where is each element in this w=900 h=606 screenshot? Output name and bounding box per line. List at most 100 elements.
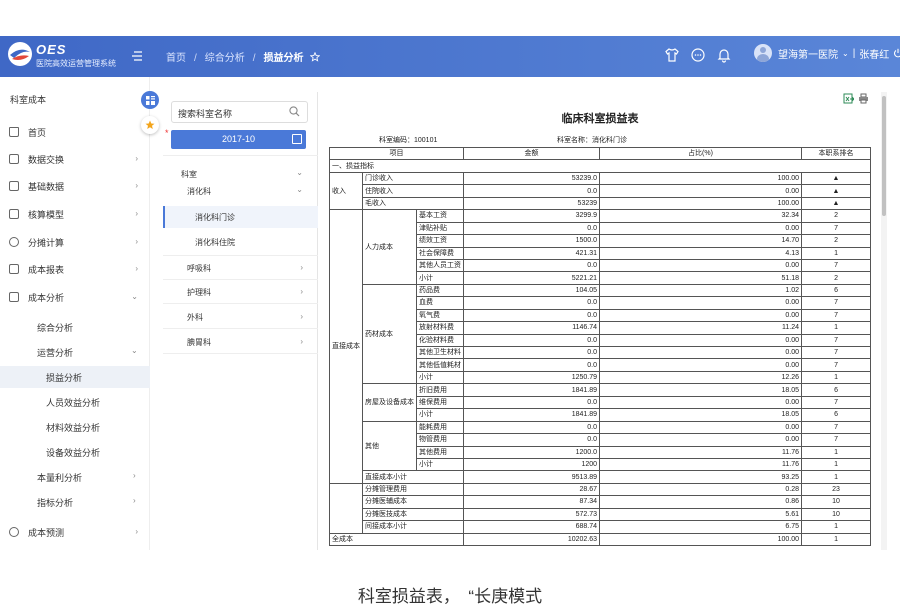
shirt-icon[interactable] (664, 47, 680, 63)
chevron-down-icon[interactable]: ⌄ (296, 185, 303, 194)
chevron-down-icon[interactable]: ⌄ (296, 168, 303, 177)
export-excel-icon[interactable] (843, 93, 854, 104)
row-amount: 0.0 (463, 420, 601, 435)
user-name[interactable]: 张春红 (859, 46, 889, 61)
row-item: 药品费 (415, 283, 465, 298)
row-item: 基本工资 (415, 209, 465, 223)
sidebar-item-base-data[interactable]: 基础数据 › (0, 175, 150, 197)
sidebar-sub-equipment-benefit[interactable]: 设备效益分析 (46, 446, 100, 459)
chevron-right-icon: › (135, 154, 138, 163)
department-search-input[interactable]: 搜索科室名称 (171, 101, 308, 123)
row-amount: 0.0 (463, 358, 601, 372)
tree-node-gastro[interactable]: 腆胃科 (187, 337, 211, 348)
row-amount: 3299.9 (463, 209, 601, 223)
sidebar-item-data-exchange[interactable]: 数据交换 › (0, 148, 150, 170)
tree-node-nursing[interactable]: 护理科 (187, 287, 211, 298)
user-menu[interactable]: 望海第一医院 ⌄ | 张春红 (754, 44, 900, 62)
row-pct: 0.00 (599, 184, 803, 198)
row-rank: 10 (801, 495, 872, 509)
row-item: 其他低值耗材 (415, 358, 465, 372)
sidebar-sub-material-benefit[interactable]: 材料效益分析 (46, 421, 100, 434)
report-panel: 临床科室损益表 科室编码：100101 科室名称：消化科门诊 项目 金额 占比(… (319, 92, 881, 550)
sidebar-sub-indicator[interactable]: 指标分析 (37, 496, 73, 509)
sidebar-sub-staff-benefit[interactable]: 人员效益分析 (46, 396, 100, 409)
row-amount: 0.0 (463, 296, 601, 310)
row-amount: 104.05 (463, 283, 601, 298)
favorite-star-icon[interactable] (309, 52, 320, 62)
chat-icon[interactable] (690, 47, 706, 63)
period-picker[interactable]: 2017-10 (171, 130, 306, 149)
power-icon[interactable] (893, 48, 900, 58)
row-amount: 0.0 (463, 308, 601, 323)
row-rank: 7 (801, 308, 872, 323)
cost-subgroup-label: 药材成本 (362, 283, 417, 385)
chevron-right-icon[interactable]: › (300, 263, 303, 272)
table-row: 其他 能耗费用 0.0 0.00 7 (330, 420, 872, 472)
chevron-right-icon[interactable]: › (300, 337, 303, 346)
row-amount: 5221.21 (463, 271, 601, 285)
required-mark: * (165, 128, 169, 138)
print-icon[interactable] (858, 93, 869, 104)
sidebar-item-cost-analysis[interactable]: 成本分析 ⌄ (0, 286, 150, 308)
sidebar-sub-profit-loss[interactable]: 损益分析 (46, 371, 82, 384)
report-icon (9, 264, 19, 274)
row-rank: 1 (801, 370, 872, 385)
full-cost-pct: 100.00 (599, 532, 803, 547)
header-item: 项目 (328, 146, 465, 161)
row-rank: 10 (801, 507, 872, 522)
sidebar-item-label: 成本报表 (28, 264, 65, 275)
sidebar-item-allocation[interactable]: 分摊计算 › (0, 231, 150, 253)
tree-divider (163, 279, 318, 280)
sidebar-sub-cvp[interactable]: 本量利分析 (37, 471, 82, 484)
scrollbar-thumb[interactable] (882, 96, 886, 216)
row-amount: 53239.0 (463, 171, 601, 186)
period-value: 2017-10 (221, 134, 256, 144)
row-pct: 0.00 (599, 420, 803, 435)
breadcrumb-overview[interactable]: 综合分析 (205, 53, 245, 64)
sidebar-sub-operation[interactable]: 运营分析 (37, 346, 73, 359)
user-divider: | (852, 47, 856, 59)
direct-total-pct: 93.25 (599, 470, 803, 484)
chevron-right-icon[interactable]: › (300, 287, 303, 296)
menu-collapse-icon[interactable] (131, 50, 143, 62)
bell-icon[interactable] (716, 47, 732, 63)
tree-node-root[interactable]: 科室 (181, 169, 197, 180)
direct-cost-group-label: 直接成本 (329, 209, 363, 484)
tree-node-respiratory[interactable]: 呼吸科 (187, 263, 211, 274)
sidebar-sub-overview[interactable]: 综合分析 (37, 321, 73, 334)
dept-name-value: 消化科门诊 (592, 137, 627, 144)
favorites-button[interactable] (141, 116, 159, 134)
tree-node-digestive[interactable]: 消化科 (187, 186, 211, 197)
sidebar-item-label: 成本预测 (28, 527, 65, 538)
chevron-right-icon[interactable]: › (300, 312, 303, 321)
app-root: OES 医院高效运营管理系统 首页 / 综合分析 / 损益分析 望海第一医院 ⌄ | 张… (0, 0, 900, 606)
breadcrumb-home[interactable]: 首页 (166, 53, 186, 64)
row-rank: 7 (801, 395, 872, 410)
row-item: 放射材料费 (415, 321, 465, 335)
sidebar-item-home[interactable]: 首页 (0, 121, 150, 143)
tree-divider (163, 155, 318, 156)
row-rank: 7 (801, 296, 872, 310)
content-scrollbar[interactable] (881, 92, 887, 550)
row-item: 毛收入 (361, 196, 465, 211)
search-icon[interactable] (289, 106, 300, 117)
income-group-label: 收入 (329, 171, 363, 211)
row-item: 间接成本小计 (361, 520, 465, 534)
row-amount: 0.0 (463, 433, 601, 447)
tree-node-digestive-inpatient[interactable]: 消化科住院 (195, 237, 235, 248)
clipboard-icon (9, 154, 19, 164)
sidebar-item-model[interactable]: 核算模型 › (0, 203, 150, 225)
row-rank: ▲ (801, 184, 872, 198)
hospital-name[interactable]: 望海第一医院 (778, 46, 838, 61)
row-rank: 1 (801, 457, 872, 472)
grid-menu-button[interactable] (141, 91, 159, 109)
row-amount: 0.0 (463, 333, 601, 348)
tree-node-digestive-outpatient[interactable]: 消化科门诊 (195, 212, 235, 223)
row-rank: ▲ (801, 196, 872, 211)
sidebar-item-forecast[interactable]: 成本预测 › (0, 521, 150, 543)
sidebar-item-label: 基础数据 (28, 181, 65, 192)
cost-subgroup-label: 房屋及设备成本 (362, 383, 417, 422)
table-row: 药材成本 药品费 104.05 1.02 6 (330, 283, 872, 385)
sidebar-item-cost-report[interactable]: 成本报表 › (0, 258, 150, 280)
tree-node-surgery[interactable]: 外科 (187, 312, 203, 323)
